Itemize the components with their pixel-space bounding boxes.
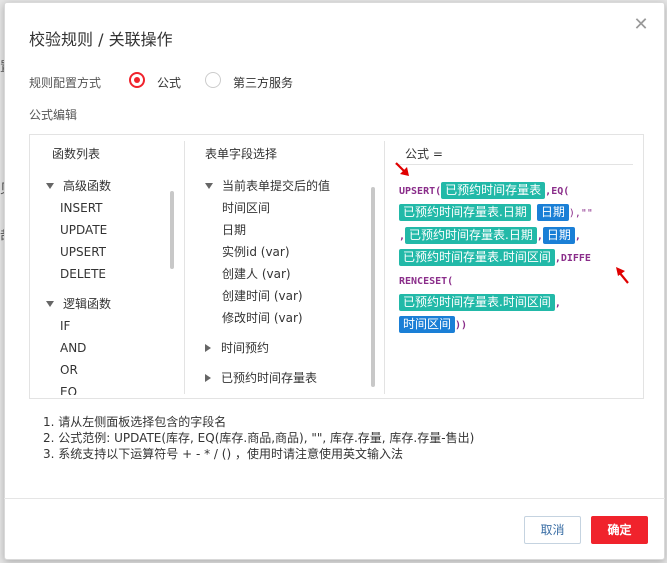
field-list-scrollbar[interactable] xyxy=(371,187,375,387)
formula-text-area[interactable]: UPSERT(已预约时间存量表 ,EQ( 已预约时间存量表.日期 日期),"" ,… xyxy=(399,181,637,338)
cancel-button[interactable]: 取消 xyxy=(524,516,581,544)
confirm-button[interactable]: 确定 xyxy=(591,516,648,544)
tip-line: 1. 请从左侧面板选择包含的字段名 xyxy=(43,415,227,429)
function-item[interactable]: DELETE xyxy=(46,263,170,285)
function-item[interactable]: UPDATE xyxy=(46,219,170,241)
function-item[interactable]: OR xyxy=(46,359,170,381)
function-group-advanced[interactable]: 高级函数 xyxy=(46,175,170,197)
field-item[interactable]: 创建人 (var) xyxy=(205,263,373,285)
function-item[interactable]: AND xyxy=(46,337,170,359)
formula-tips: 1. 请从左侧面板选择包含的字段名 2. 公式范例: UPDATE(库存, EQ… xyxy=(43,414,474,462)
formula-token: UPSERT( xyxy=(399,186,442,197)
formula-token: )) xyxy=(455,320,468,332)
formula-token: ,DIFFE xyxy=(554,253,591,265)
function-item[interactable]: EQ xyxy=(46,381,170,395)
formula-token: RENCESET( xyxy=(399,275,454,287)
formula-field-tag[interactable]: 时间区间 xyxy=(399,316,456,334)
radio-formula[interactable] xyxy=(129,72,145,88)
caret-down-icon xyxy=(46,301,54,307)
function-group-logic[interactable]: 逻辑函数 xyxy=(46,293,170,315)
close-icon[interactable]: ✕ xyxy=(632,16,650,34)
radio-third-party-label[interactable]: 第三方服务 xyxy=(233,74,293,91)
rule-config-label: 规则配置方式 xyxy=(29,76,102,90)
formula-field-tag[interactable]: 已预约时间存量表.时间区间 xyxy=(399,249,555,267)
radio-third-party[interactable] xyxy=(205,72,221,88)
function-item[interactable]: UPSERT xyxy=(46,241,170,263)
field-group-current-form[interactable]: 当前表单提交后的值 xyxy=(205,175,373,197)
function-list-scrollbar[interactable] xyxy=(170,191,174,269)
formula-token: , xyxy=(574,230,581,242)
field-group-time-booking[interactable]: 时间预约 xyxy=(205,337,373,359)
formula-token: ),"" xyxy=(568,208,593,220)
field-item[interactable]: 创建时间 (var) xyxy=(205,285,373,307)
formula-field-tag[interactable]: 已预约时间存量表.日期 xyxy=(405,226,537,244)
caret-right-icon xyxy=(205,344,211,352)
formula-field-tag[interactable]: 已预约时间存量表 xyxy=(441,182,546,199)
radio-formula-label[interactable]: 公式 xyxy=(157,74,181,91)
field-group-booked-stock[interactable]: 已预约时间存量表 xyxy=(205,367,373,389)
caret-down-icon xyxy=(205,183,213,189)
caret-down-icon xyxy=(46,183,54,189)
formula-token: , xyxy=(536,230,543,242)
formula-field-tag[interactable]: 日期 xyxy=(542,226,575,244)
dialog-title: 校验规则 / 关联操作 xyxy=(29,30,173,49)
formula-token: ,EQ( xyxy=(545,186,570,197)
function-list-header: 函数列表 xyxy=(52,147,101,161)
validation-rule-dialog: 校验规则 / 关联操作 ✕ 规则配置方式 公式 第三方服务 公式编辑 函数列表 … xyxy=(4,2,665,560)
formula-field-tag[interactable]: 日期 xyxy=(536,204,569,222)
field-item[interactable]: 日期 xyxy=(205,219,373,241)
field-select-header: 表单字段选择 xyxy=(205,147,278,161)
footer-divider xyxy=(4,498,665,499)
tip-line: 2. 公式范例: UPDATE(库存, EQ(库存.商品,商品), "", 库存… xyxy=(43,431,475,445)
formula-field-tag[interactable]: 已预约时间存量表.时间区间 xyxy=(399,294,555,312)
field-item[interactable]: 实例id (var) xyxy=(205,241,373,263)
field-item[interactable]: 时间区间 xyxy=(205,197,373,219)
function-item[interactable]: IF xyxy=(46,315,170,337)
tip-line: 3. 系统支持以下运算符号 + - * / () ，使用时请注意使用英文输入法 xyxy=(43,447,403,461)
function-list: 高级函数 INSERT UPDATE UPSERT DELETE 逻辑函数 IF… xyxy=(46,175,170,395)
formula-token: , xyxy=(554,298,561,310)
function-list-column: 函数列表 高级函数 INSERT UPDATE UPSERT DELETE 逻辑… xyxy=(30,135,180,398)
formula-field-tag[interactable]: 已预约时间存量表.日期 xyxy=(399,204,531,222)
function-item[interactable]: INSERT xyxy=(46,197,170,219)
annotation-arrow-icon xyxy=(616,267,629,284)
field-item[interactable]: 修改时间 (var) xyxy=(205,307,373,329)
formula-header-underline xyxy=(395,164,633,165)
formula-column: 公式 = UPSERT(已预约时间存量表 ,EQ( 已预约时间存量表.日期 日期)… xyxy=(385,135,643,398)
formula-edit-label: 公式编辑 xyxy=(29,108,78,122)
caret-right-icon xyxy=(205,374,211,382)
field-select-column: 表单字段选择 当前表单提交后的值 时间区间 日期 实例id (var) 创建人 … xyxy=(185,135,385,398)
formula-editor-panel: 函数列表 高级函数 INSERT UPDATE UPSERT DELETE 逻辑… xyxy=(29,134,644,399)
field-list: 当前表单提交后的值 时间区间 日期 实例id (var) 创建人 (var) 创… xyxy=(205,175,373,395)
annotation-arrow-icon xyxy=(395,162,409,176)
